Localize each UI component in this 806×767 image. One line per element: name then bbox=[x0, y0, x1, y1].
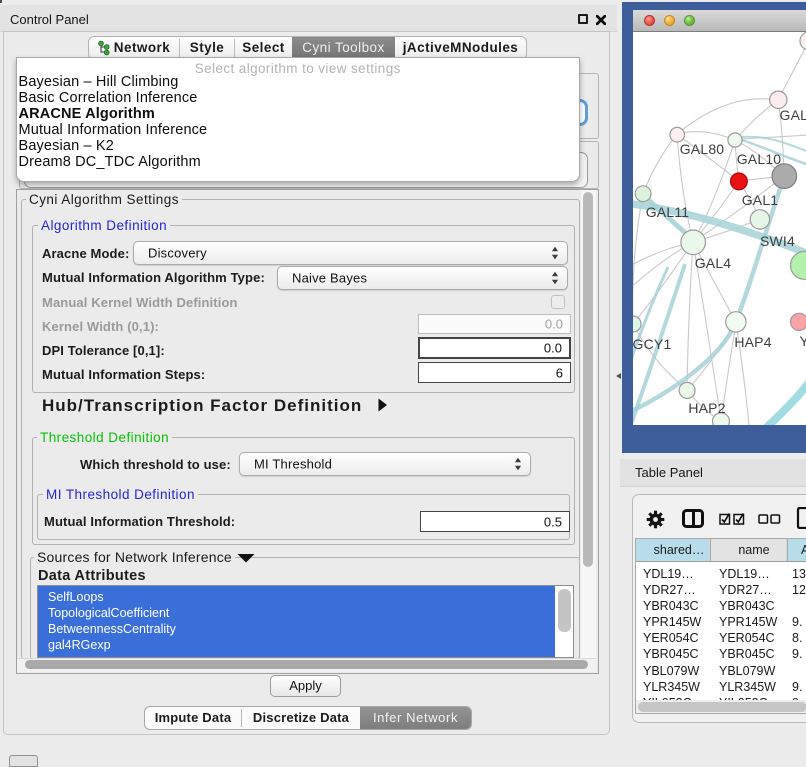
svg-text:GAL2: GAL2 bbox=[780, 107, 806, 123]
svg-text:GAL80: GAL80 bbox=[680, 141, 725, 157]
svg-text:HAP2: HAP2 bbox=[688, 400, 725, 416]
svg-text:YEL: YEL bbox=[800, 333, 806, 349]
svg-text:GAL11: GAL11 bbox=[646, 204, 690, 220]
svg-text:GAL10: GAL10 bbox=[737, 151, 782, 167]
svg-text:GAL4: GAL4 bbox=[695, 255, 732, 271]
svg-text:GCY1: GCY1 bbox=[633, 336, 671, 352]
svg-text:HAP4: HAP4 bbox=[734, 334, 771, 350]
svg-text:GAL1: GAL1 bbox=[742, 192, 779, 208]
svg-text:SWI4: SWI4 bbox=[760, 233, 795, 249]
